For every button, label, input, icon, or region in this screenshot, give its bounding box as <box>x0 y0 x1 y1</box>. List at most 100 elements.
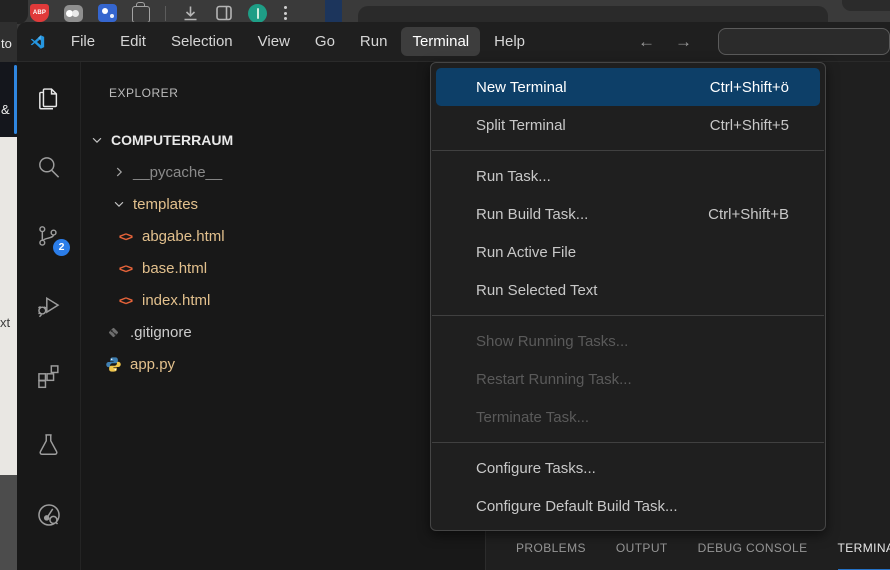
search-icon <box>35 153 62 180</box>
menu-item-configure-tasks[interactable]: Configure Tasks... <box>436 449 820 487</box>
run-debug-icon <box>35 292 62 319</box>
tree-item-gitignore[interactable]: .gitignore <box>81 316 485 348</box>
menu-go[interactable]: Go <box>304 27 346 56</box>
menu-item-label: Configure Tasks... <box>476 460 596 477</box>
explorer-sidebar: EXPLORER COMPUTERRAUM __pycache__ <box>80 62 485 570</box>
file-tree: COMPUTERRAUM __pycache__ templates <box>81 124 485 380</box>
chevron-down-icon <box>89 132 105 148</box>
file-label: .gitignore <box>130 324 192 341</box>
background-window-edge <box>358 6 828 22</box>
sidebar-item-run-debug[interactable] <box>17 292 80 361</box>
python-file-icon <box>105 356 122 373</box>
pinned-tab[interactable] <box>325 0 342 22</box>
tree-item-abgabe-html[interactable]: <> abgabe.html <box>81 220 485 252</box>
browser-toolbar: ABP <box>0 0 890 22</box>
command-center-search[interactable] <box>718 28 890 55</box>
menu-item-label: Configure Default Build Task... <box>476 498 678 515</box>
menu-terminal[interactable]: Terminal <box>401 27 480 56</box>
menu-item-run-active-file[interactable]: Run Active File <box>436 233 820 271</box>
sidebar-item-testing[interactable] <box>17 431 80 500</box>
vscode-logo-icon <box>30 29 45 55</box>
menu-edit[interactable]: Edit <box>109 27 157 56</box>
background-fragment-mid: & <box>1 102 10 117</box>
screenshot-root: ABP to & xt <box>0 0 890 570</box>
tree-item-templates[interactable]: templates <box>81 188 485 220</box>
chevron-right-icon <box>111 164 127 180</box>
file-label: index.html <box>142 292 210 309</box>
extensions-icon <box>35 362 62 389</box>
background-window-corner <box>842 0 890 11</box>
folder-label: __pycache__ <box>133 164 222 181</box>
menu-bar: File Edit Selection View Go Run Terminal… <box>60 27 536 56</box>
tree-item-pycache[interactable]: __pycache__ <box>81 156 485 188</box>
root-folder-label: COMPUTERRAUM <box>111 132 233 148</box>
file-label: app.py <box>130 356 175 373</box>
explorer-panel-title: EXPLORER <box>81 62 485 102</box>
tree-root-computerraum[interactable]: COMPUTERRAUM <box>81 124 485 156</box>
terminal-dropdown-menu: New Terminal Ctrl+Shift+ö Split Terminal… <box>430 62 826 531</box>
testing-icon <box>35 431 62 458</box>
folder-label: templates <box>133 196 198 213</box>
tree-item-index-html[interactable]: <> index.html <box>81 284 485 316</box>
photos-blue-icon[interactable] <box>98 4 117 22</box>
toolbar-divider <box>165 6 166 21</box>
sidebar-item-source-control[interactable]: 2 <box>17 223 80 292</box>
sidebar-item-commit-graph[interactable] <box>17 501 80 570</box>
vscode-window: File Edit Selection View Go Run Terminal… <box>17 22 890 570</box>
camera-circles-icon[interactable] <box>64 5 83 22</box>
menu-selection[interactable]: Selection <box>160 27 244 56</box>
menu-item-new-terminal[interactable]: New Terminal Ctrl+Shift+ö <box>436 68 820 106</box>
tree-item-app-py[interactable]: app.py <box>81 348 485 380</box>
menu-separator <box>432 150 824 151</box>
tab-output[interactable]: OUTPUT <box>616 527 668 570</box>
adblock-plus-icon[interactable]: ABP <box>30 4 49 22</box>
menu-item-shortcut: Ctrl+Shift+5 <box>710 117 789 134</box>
background-fragment-bottom-wrap: xt <box>0 137 17 475</box>
git-file-icon <box>105 324 122 341</box>
background-fragment-top: to <box>0 22 17 62</box>
menu-item-split-terminal[interactable]: Split Terminal Ctrl+Shift+5 <box>436 106 820 144</box>
menu-help[interactable]: Help <box>483 27 536 56</box>
menu-item-run-selected-text[interactable]: Run Selected Text <box>436 271 820 309</box>
menu-separator <box>432 315 824 316</box>
tab-debug-console[interactable]: DEBUG CONSOLE <box>698 527 808 570</box>
background-fragment-mid-wrap: & <box>0 62 17 137</box>
tab-terminal[interactable]: TERMINAL <box>838 527 890 570</box>
menu-separator <box>432 442 824 443</box>
background-fragment-bottom: xt <box>0 315 10 330</box>
menu-item-shortcut: Ctrl+Shift+ö <box>710 79 789 96</box>
menu-item-run-build-task[interactable]: Run Build Task... Ctrl+Shift+B <box>436 195 820 233</box>
menu-item-terminate-task: Terminate Task... <box>436 398 820 436</box>
reading-list-icon[interactable] <box>215 4 233 22</box>
menu-item-label: Terminate Task... <box>476 409 589 426</box>
menu-view[interactable]: View <box>247 27 301 56</box>
menu-item-configure-default-build-task[interactable]: Configure Default Build Task... <box>436 487 820 525</box>
menu-item-restart-running-task: Restart Running Task... <box>436 360 820 398</box>
html-file-icon: <> <box>117 293 134 308</box>
tree-item-base-html[interactable]: <> base.html <box>81 252 485 284</box>
menu-file[interactable]: File <box>60 27 106 56</box>
sidebar-item-explorer[interactable] <box>17 84 80 153</box>
download-icon[interactable] <box>181 4 200 23</box>
menu-item-label: Split Terminal <box>476 117 566 134</box>
profile-green-icon[interactable] <box>248 4 267 23</box>
menu-item-run-task[interactable]: Run Task... <box>436 157 820 195</box>
overflow-menu-icon[interactable] <box>282 6 289 20</box>
title-bar: File Edit Selection View Go Run Terminal… <box>17 22 890 62</box>
menu-item-label: New Terminal <box>476 79 567 96</box>
menu-item-label: Run Task... <box>476 168 551 185</box>
forward-icon[interactable]: → <box>675 33 692 50</box>
sidebar-item-extensions[interactable] <box>17 362 80 431</box>
activity-bar: 2 <box>17 62 80 570</box>
menu-item-shortcut: Ctrl+Shift+B <box>708 206 789 223</box>
source-control-badge: 2 <box>53 239 70 256</box>
menu-item-label: Restart Running Task... <box>476 371 632 388</box>
background-window-sliver: to & xt <box>0 22 17 570</box>
back-icon[interactable]: ← <box>638 33 655 50</box>
menu-item-show-running-tasks: Show Running Tasks... <box>436 322 820 360</box>
sidebar-item-search[interactable] <box>17 153 80 222</box>
clipboard-outline-icon[interactable] <box>132 6 150 23</box>
menu-item-label: Show Running Tasks... <box>476 333 628 350</box>
menu-run[interactable]: Run <box>349 27 399 56</box>
tab-problems[interactable]: PROBLEMS <box>516 527 586 570</box>
